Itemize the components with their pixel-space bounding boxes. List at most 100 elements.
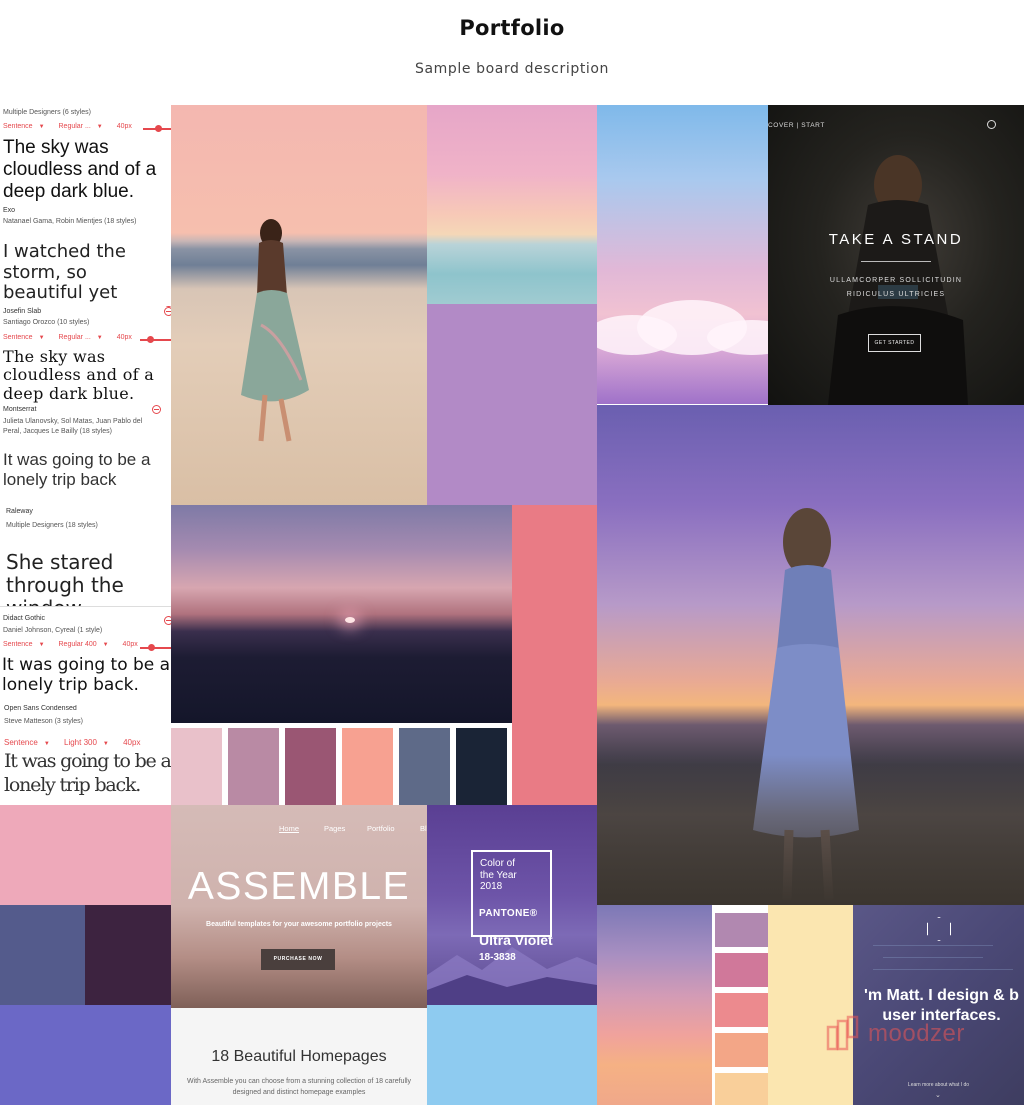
palette-swatch[interactable] bbox=[171, 728, 222, 805]
sunset-sky-photo[interactable] bbox=[597, 905, 712, 1105]
palette-swatch[interactable] bbox=[715, 1073, 768, 1105]
remove-font-icon[interactable] bbox=[152, 405, 161, 414]
case-select[interactable]: Sentence bbox=[4, 738, 38, 747]
hero-title: ASSEMBLE bbox=[187, 865, 411, 908]
font-sample-text[interactable]: She stared through the window bbox=[6, 551, 171, 607]
font-name: Didact Gothic bbox=[3, 615, 46, 622]
hero-subtitle: RIDICULUS ULTRICIES bbox=[846, 291, 946, 298]
font-card[interactable]: Raleway Multiple Designers (18 styles) S… bbox=[0, 507, 171, 607]
font-card[interactable]: Josefin Slab Santiago Orozco (10 styles)… bbox=[0, 307, 171, 405]
hero-title: TAKE A STAND bbox=[828, 231, 964, 248]
case-select[interactable]: Sentence bbox=[3, 123, 33, 130]
slate-color-tile[interactable] bbox=[0, 905, 85, 1005]
palette-swatch[interactable] bbox=[342, 728, 393, 805]
font-name: Open Sans Condensed bbox=[4, 705, 77, 712]
dusk-color-palette[interactable] bbox=[171, 723, 512, 805]
palette-swatch[interactable] bbox=[399, 728, 450, 805]
take-a-stand-website[interactable]: COVER | START TAKE A STAND ULLAMCORPER S… bbox=[768, 105, 1024, 405]
font-sample-text[interactable]: I watched the storm, so beautiful yet bbox=[3, 242, 171, 304]
person-silhouette bbox=[828, 155, 968, 405]
palette-swatch[interactable] bbox=[715, 993, 768, 1027]
case-select[interactable]: Sentence bbox=[3, 334, 33, 341]
font-card[interactable]: Exo Natanael Gama, Robin Mientjes (18 st… bbox=[0, 205, 171, 307]
font-sample-text[interactable]: The sky was cloudless and of a deep dark… bbox=[3, 137, 171, 205]
case-select[interactable]: Sentence bbox=[3, 641, 33, 648]
plum-color-tile[interactable] bbox=[85, 905, 171, 1005]
chevron-down-icon[interactable]: ▼ bbox=[39, 642, 45, 648]
size-slider-track[interactable] bbox=[140, 647, 171, 649]
size-slider-handle[interactable] bbox=[155, 125, 162, 132]
size-slider-handle[interactable] bbox=[147, 336, 154, 343]
palette-swatch[interactable] bbox=[228, 728, 279, 805]
chevron-down-icon[interactable]: ▼ bbox=[39, 124, 45, 130]
font-card[interactable]: Multiple Designers (6 styles) Sentence ▼ … bbox=[0, 105, 171, 205]
font-name: Raleway bbox=[6, 508, 33, 515]
learn-more-link[interactable]: Learn more about what I do bbox=[853, 1082, 1024, 1088]
font-controls: Sentence ▼ Regular 400 ▼ 40px bbox=[3, 641, 144, 648]
pantone-ultra-violet-card[interactable]: Color of the Year 2018 PANTONE® Ultra Vi… bbox=[427, 805, 597, 1005]
font-sample-text[interactable]: The sky was cloudless and of a deep dark… bbox=[3, 348, 171, 404]
assemble-website[interactable]: Home Pages Portfolio Bl ASSEMBLE Beautif… bbox=[171, 805, 427, 1008]
font-name: Josefin Slab bbox=[3, 308, 42, 315]
sun-glow bbox=[345, 617, 355, 623]
hilltop-woman-photo[interactable] bbox=[597, 405, 1024, 905]
site-nav[interactable]: COVER | START bbox=[768, 122, 825, 129]
chevron-down-icon[interactable]: ▼ bbox=[103, 741, 109, 747]
dusk-horizon-photo[interactable] bbox=[171, 505, 512, 723]
matt-portfolio-website[interactable]: 'm Matt. I design & b user interfaces. L… bbox=[853, 905, 1024, 1105]
weight-select[interactable]: Light 300 bbox=[64, 738, 97, 747]
code-line bbox=[883, 957, 983, 958]
palette-swatch[interactable] bbox=[715, 913, 768, 947]
cream-color-tile[interactable] bbox=[768, 905, 853, 1105]
sunset-color-palette[interactable] bbox=[712, 905, 768, 1105]
font-card[interactable]: Open Sans Condensed Steve Matteson (3 st… bbox=[0, 705, 171, 805]
hero-subtitle: ULLAMCORPER SOLLICITUDIN bbox=[829, 277, 963, 284]
font-sample-text[interactable]: It was going to be a lonely trip back. bbox=[4, 750, 171, 805]
purchase-now-button[interactable]: PURCHASE NOW bbox=[261, 949, 335, 970]
font-name: Montserrat bbox=[3, 406, 37, 413]
get-started-button[interactable]: GET STARTED bbox=[868, 334, 921, 352]
font-sample-text[interactable]: It was going to be a lonely trip back. bbox=[2, 656, 171, 704]
size-slider-track[interactable] bbox=[140, 339, 171, 341]
sea-sunset-photo[interactable] bbox=[427, 105, 597, 304]
palette-swatch[interactable] bbox=[285, 728, 336, 805]
size-slider-handle[interactable] bbox=[148, 644, 155, 651]
palette-swatch[interactable] bbox=[456, 728, 507, 805]
chevron-down-icon[interactable]: ▼ bbox=[44, 741, 50, 747]
grass-field bbox=[597, 755, 1024, 905]
search-icon[interactable] bbox=[987, 120, 996, 129]
chevron-down-icon[interactable]: ▼ bbox=[97, 124, 103, 130]
lilac-color-tile[interactable] bbox=[427, 304, 597, 505]
chevron-down-icon[interactable]: ▼ bbox=[39, 335, 45, 341]
chevron-down-icon[interactable]: ▼ bbox=[97, 335, 103, 341]
chevron-down-icon[interactable]: ▼ bbox=[103, 642, 109, 648]
font-card[interactable]: Didact Gothic Daniel Johnson, Cyreal (1 … bbox=[0, 607, 171, 705]
nav-blog[interactable]: Bl bbox=[420, 824, 427, 833]
logo-icon[interactable] bbox=[927, 917, 951, 941]
weight-select[interactable]: Regular ... bbox=[59, 123, 91, 130]
font-designers: Santiago Orozco (10 styles) bbox=[3, 319, 90, 326]
nav-portfolio[interactable]: Portfolio bbox=[367, 824, 395, 833]
pink-color-tile[interactable] bbox=[0, 805, 171, 905]
beach-photo[interactable] bbox=[171, 105, 427, 505]
chevron-down-icon[interactable]: ⌄ bbox=[935, 1091, 941, 1099]
sky-blue-color-tile[interactable] bbox=[427, 1005, 597, 1105]
font-card[interactable]: Montserrat Julieta Ulanovsky, Sol Matas,… bbox=[0, 405, 171, 507]
nav-pages[interactable]: Pages bbox=[324, 824, 345, 833]
salmon-color-tile[interactable] bbox=[512, 505, 597, 805]
weight-select[interactable]: Regular ... bbox=[59, 334, 91, 341]
remove-font-icon[interactable] bbox=[164, 616, 171, 625]
palette-swatch[interactable] bbox=[715, 1033, 768, 1067]
section-title: 18 Beautiful Homepages bbox=[211, 1048, 387, 1065]
palette-swatch[interactable] bbox=[715, 953, 768, 987]
font-controls: Sentence ▼ Regular ... ▼ 40px bbox=[3, 123, 138, 130]
pastel-clouds-photo[interactable] bbox=[597, 105, 768, 404]
homepages-section[interactable]: 18 Beautiful Homepages With Assemble you… bbox=[171, 1008, 427, 1105]
weight-select[interactable]: Regular 400 bbox=[59, 641, 97, 648]
board-header: Portfolio Sample board description bbox=[0, 0, 1024, 105]
remove-font-icon[interactable] bbox=[164, 307, 171, 316]
nav-home[interactable]: Home bbox=[279, 824, 299, 833]
color-name: Ultra Violet bbox=[479, 932, 553, 948]
font-sample-text[interactable]: It was going to be a lonely trip back bbox=[3, 450, 171, 506]
iris-color-tile[interactable] bbox=[0, 1005, 171, 1105]
